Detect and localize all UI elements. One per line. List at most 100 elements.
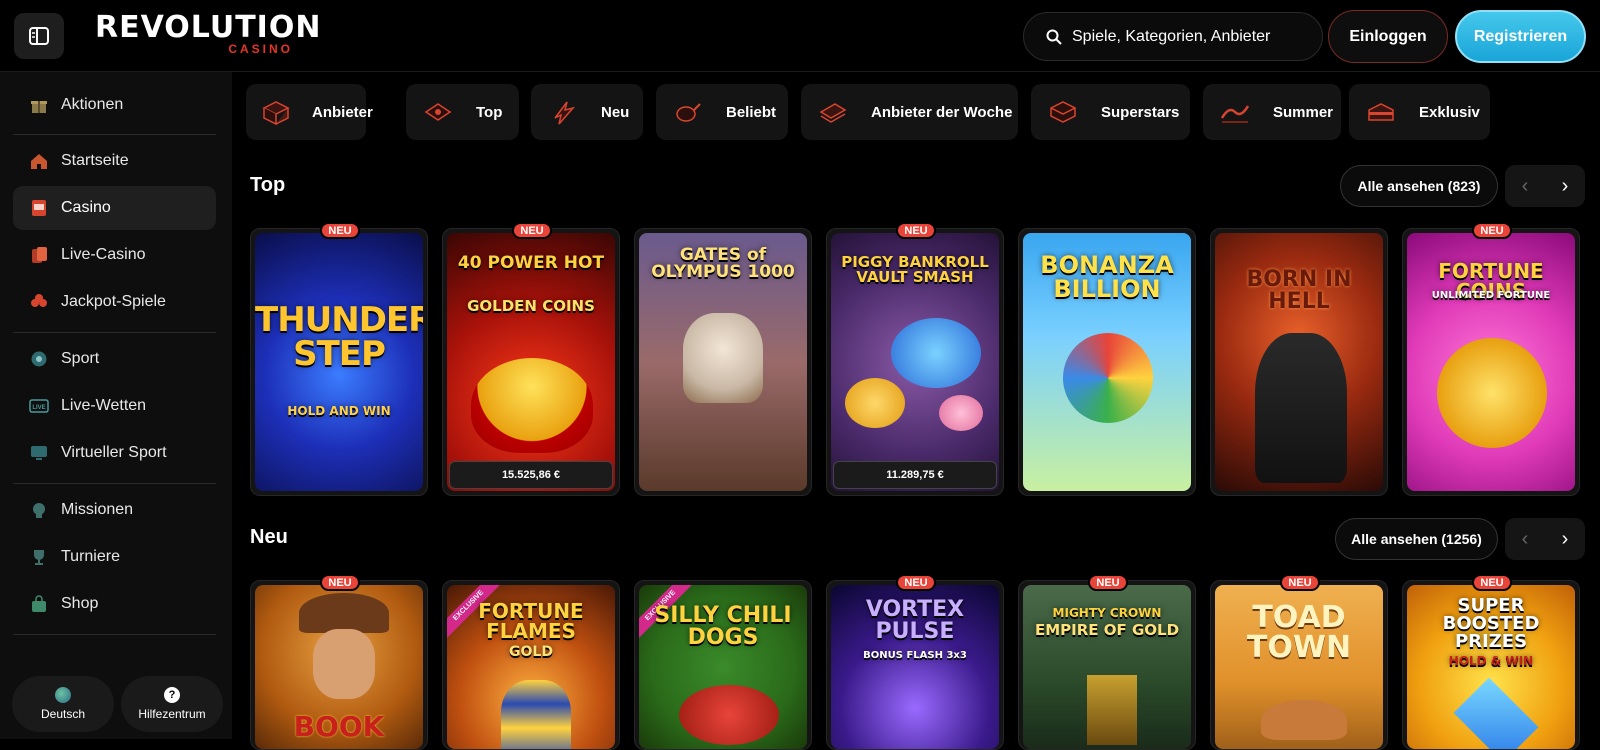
sidebar-toggle-button[interactable] [14,13,64,59]
search-input[interactable]: Spiele, Kategorien, Anbieter [1023,12,1323,61]
help-icon: ? [164,687,180,703]
game-title: VORTEX PULSE [865,597,965,644]
sidebar-item-label: Turniere [61,548,120,565]
category-anbieter[interactable]: Anbieter [246,84,373,140]
treasure-icon [1363,96,1399,128]
new-badge: NEU [1472,574,1512,591]
new-badge: NEU [1472,222,1512,239]
logo-text: REVOLUTION [95,10,322,45]
game-thumbnail: TOAD TOWN [1215,585,1383,749]
clover-icon [29,292,49,312]
sidebar-item-shop[interactable]: Shop [13,582,216,626]
game-thumbnail: 40 POWER HOT GOLDEN COINS [447,233,615,491]
category-summer[interactable]: Summer [1203,84,1341,140]
game-title: THUNDER STEP [255,300,423,374]
language-button[interactable]: Deutsch [12,676,114,732]
sidebar-item-aktionen[interactable]: Aktionen [13,83,216,127]
game-card-thunder-step[interactable]: THUNDER STEP HOLD AND WIN [250,228,428,496]
trophy-icon [29,547,49,567]
sidebar-item-live-wetten[interactable]: LIVE Live-Wetten [13,384,216,428]
chevron-left-icon[interactable]: ‹ [1505,165,1545,207]
chevron-right-icon[interactable]: › [1545,165,1585,207]
blue-pig-image [891,318,981,388]
sidebar-item-label: Virtueller Sport [61,444,167,461]
game-subtitle: GOLD [509,644,553,660]
chevron-right-icon[interactable]: › [1545,518,1585,560]
totem-image [1087,675,1137,745]
monitor-icon [29,443,49,463]
game-card-gates-of-olympus[interactable]: GATES of OLYMPUS 1000 [634,228,812,496]
sidebar-item-startseite[interactable]: Startseite [13,139,216,183]
gift-icon [29,95,49,115]
game-card-book[interactable]: BOOK [250,580,428,750]
candy-wheel-image [1063,333,1153,423]
game-thumbnail: PIGGY BANKROLL VAULT SMASH [831,233,999,491]
game-subtitle: HOLD & WIN [1448,654,1534,668]
game-title: BOOK [293,710,385,743]
category-superstars[interactable]: Superstars [1031,84,1190,140]
gold-pig-image [845,378,905,428]
login-button[interactable]: Einloggen [1328,10,1448,63]
sidebar-item-label: Casino [61,199,111,216]
sidebar-item-sport[interactable]: Sport [13,337,216,381]
medal-icon [29,500,49,520]
game-card-born-in-hell[interactable]: BORN IN HELL [1210,228,1388,496]
game-card-mighty-crown[interactable]: MIGHTY CROWN EMPIRE OF GOLD [1018,580,1196,750]
sidebar-item-turniere[interactable]: Turniere [13,535,216,579]
ticket-icon [420,96,456,128]
sidebar-item-casino[interactable]: Casino [13,186,216,230]
game-card-super-boosted-prizes[interactable]: SUPER BOOSTED PRIZES HOLD & WIN [1402,580,1580,750]
sidebar: Aktionen Startseite Casino Live-Casino J… [0,72,232,739]
game-thumbnail: BORN IN HELL [1215,233,1383,491]
jackpot-amount: 15.525,86 € [449,461,613,489]
game-thumbnail: BONANZA BILLION [1023,233,1191,491]
sidebar-item-label: Startseite [61,152,129,169]
game-thumbnail: GATES of OLYMPUS 1000 [639,233,807,491]
explorer-hat-image [299,593,389,633]
globe-icon [55,687,71,703]
game-thumbnail: VORTEX PULSE BONUS FLASH 3x3 [831,585,999,749]
slot-machine-icon [29,198,49,218]
category-neu[interactable]: Neu [531,84,643,140]
game-card-piggy-bankroll[interactable]: PIGGY BANKROLL VAULT SMASH 11.289,75 € [826,228,1004,496]
new-carousel-arrows: ‹ › [1505,518,1585,560]
game-card-vortex-pulse[interactable]: VORTEX PULSE BONUS FLASH 3x3 [826,580,1004,750]
game-thumbnail: MIGHTY CROWN EMPIRE OF GOLD [1023,585,1191,749]
category-label: Summer [1273,103,1334,121]
game-thumbnail: EXCLUSIVE FORTUNE FLAMES GOLD [447,585,615,749]
game-subtitle: GOLDEN COINS [467,297,595,315]
explorer-face-image [313,629,375,699]
top-header: REVOLUTION CASINO Spiele, Kategorien, An… [0,0,1600,72]
category-label: Beliebt [726,103,777,121]
see-all-top-button[interactable]: Alle ansehen (823) [1340,165,1498,207]
lightning-icon [545,96,581,128]
chevron-left-icon[interactable]: ‹ [1505,518,1545,560]
game-card-40-power-hot[interactable]: 40 POWER HOT GOLDEN COINS 15.525,86 € [442,228,620,496]
category-top[interactable]: Top [406,84,519,140]
help-label: Hilfezentrum [138,707,206,721]
game-card-fortune-coins[interactable]: FORTUNE COINS UNLIMITED FORTUNE [1402,228,1580,496]
register-button[interactable]: Registrieren [1455,10,1586,63]
game-card-toad-town[interactable]: TOAD TOWN [1210,580,1388,750]
sidebar-item-live-casino[interactable]: Live-Casino [13,233,216,277]
sidebar-item-jackpot-spiele[interactable]: Jackpot-Spiele [13,280,216,324]
logo-subtext: CASINO [228,42,293,56]
category-label: Superstars [1101,103,1180,121]
category-exklusiv[interactable]: Exklusiv [1349,84,1490,140]
game-card-bonanza-billion[interactable]: BONANZA BILLION [1018,228,1196,496]
logo[interactable]: REVOLUTION CASINO [95,10,322,57]
game-card-fortune-flames[interactable]: EXCLUSIVE FORTUNE FLAMES GOLD [442,580,620,750]
game-card-silly-chili-dogs[interactable]: EXCLUSIVE SILLY CHILI DOGS [634,580,812,750]
help-center-button[interactable]: ? Hilfezentrum [121,676,223,732]
category-anbieter-der-woche[interactable]: Anbieter der Woche [801,84,1018,140]
category-beliebt[interactable]: Beliebt [656,84,788,140]
new-badge: NEU [896,222,936,239]
game-subtitle: UNLIMITED FORTUNE [1431,290,1551,301]
sidebar-item-missionen[interactable]: Missionen [13,488,216,532]
sidebar-item-virtueller-sport[interactable]: Virtueller Sport [13,431,216,475]
see-all-new-button[interactable]: Alle ansehen (1256) [1335,518,1498,560]
bag-icon [29,594,49,614]
game-thumbnail: EXCLUSIVE SILLY CHILI DOGS [639,585,807,749]
new-badge: NEU [1088,574,1128,591]
diamond-image [1453,677,1539,749]
